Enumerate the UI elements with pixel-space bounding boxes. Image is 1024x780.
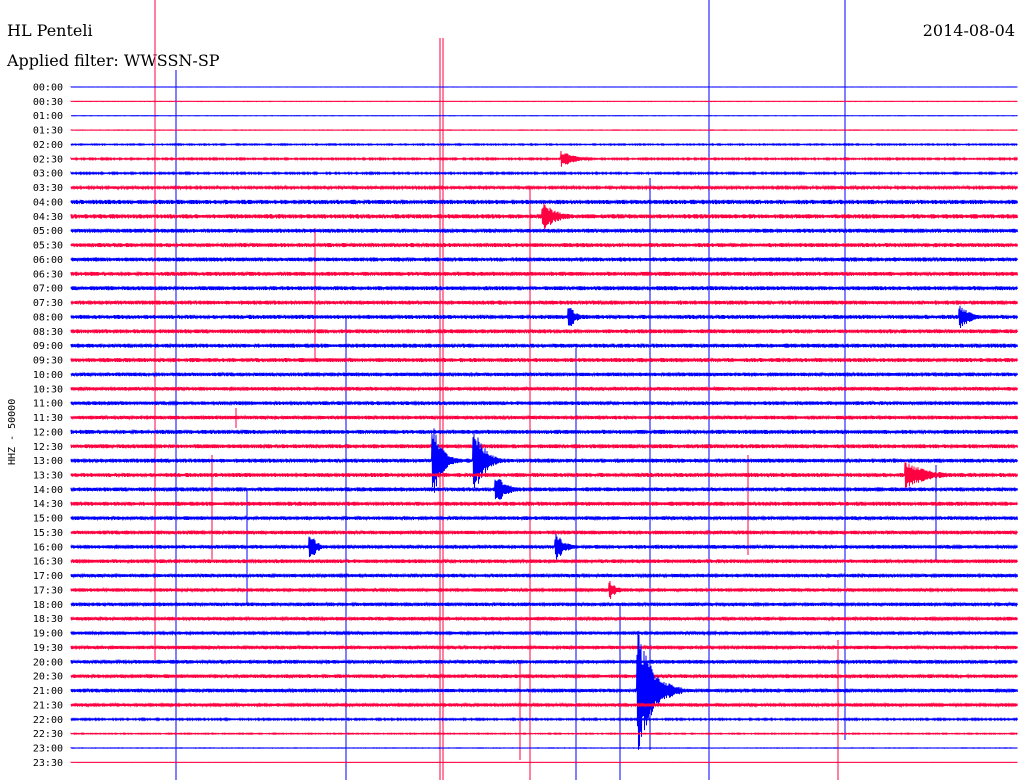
trace-row-1030 [70,385,1018,392]
row-time-label: 10:00 [33,370,63,381]
trace-row-2230 [70,732,1018,736]
row-time-label: 07:00 [33,284,63,295]
trace-row-0900 [70,342,1018,349]
trace-row-0400 [70,198,1018,205]
row-label-layer: 00:00 00:30 01:00 01:30 02:00 02:30 03:00 03:30… [33,83,63,769]
trace-row-1930 [70,644,1018,651]
trace-row-0830 [70,328,1018,335]
trace-row-1400 [70,479,1018,500]
row-time-label: 23:00 [33,744,63,755]
row-time-label: 01:30 [33,126,63,137]
row-time-label: 06:00 [33,255,63,266]
trace-row-2300 [70,747,1018,750]
row-time-label: 14:00 [33,485,63,496]
row-time-label: 04:30 [33,212,63,223]
trace-row-0230 [70,150,1018,167]
row-time-label: 00:00 [33,83,63,94]
trace-row-1100 [70,400,1018,407]
trace-row-0300 [70,170,1018,176]
row-time-label: 19:30 [33,643,63,654]
row-time-label: 18:30 [33,614,63,625]
helicorder-plot: 00:00 00:30 01:00 01:30 02:00 02:30 03:00 03:30… [7,0,1018,780]
trace-row-1000 [70,371,1018,378]
trace-row-0730 [70,299,1018,306]
trace-row-0330 [70,184,1018,191]
row-time-label: 03:00 [33,169,63,180]
row-time-label: 04:00 [33,198,63,209]
row-time-label: 03:30 [33,183,63,194]
trace-row-1700 [70,572,1018,579]
row-time-label: 18:00 [33,600,63,611]
row-time-label: 02:30 [33,154,63,165]
row-time-label: 02:00 [33,140,63,151]
row-time-label: 08:30 [33,327,63,338]
trace-layer [70,86,1018,764]
row-time-label: 23:30 [33,758,63,769]
trace-row-1630 [70,558,1018,565]
trace-row-0930 [70,357,1018,364]
row-time-label: 19:00 [33,629,63,640]
trace-row-1200 [70,428,1018,435]
row-time-label: 21:30 [33,700,63,711]
trace-row-1430 [70,500,1018,507]
trace-row-1830 [70,615,1018,622]
row-time-label: 13:30 [33,471,63,482]
row-time-label: 05:00 [33,226,63,237]
row-time-label: 17:00 [33,571,63,582]
trace-row-0630 [70,270,1018,277]
trace-row-1600 [70,534,1018,560]
channel-label: HHZ - 50000 [7,399,18,465]
trace-row-0800 [70,305,1018,329]
row-time-label: 11:00 [33,399,63,410]
row-time-label: 20:30 [33,672,63,683]
trace-row-0530 [70,242,1018,249]
trace-row-2030 [70,673,1018,680]
trace-row-2000 [70,658,1018,665]
trace-row-1230 [70,443,1018,450]
trace-row-0430 [70,203,1018,229]
trace-row-1130 [70,414,1018,421]
trace-row-0600 [70,256,1018,263]
row-time-label: 09:30 [33,356,63,367]
row-time-label: 22:30 [33,729,63,740]
row-time-label: 20:00 [33,657,63,668]
row-time-label: 11:30 [33,413,63,424]
row-time-label: 16:30 [33,557,63,568]
row-time-label: 12:30 [33,442,63,453]
trace-row-1900 [70,630,1018,637]
row-time-label: 13:00 [33,456,63,467]
row-time-label: 06:30 [33,269,63,280]
trace-row-0700 [70,285,1018,292]
trace-row-1730 [70,580,1018,600]
row-time-label: 12:00 [33,427,63,438]
trace-row-1800 [70,601,1018,608]
row-time-label: 16:00 [33,542,63,553]
trace-row-0200 [70,142,1018,147]
trace-row-1500 [70,515,1018,522]
row-time-label: 09:00 [33,341,63,352]
trace-row-1330 [70,462,1018,488]
row-time-label: 14:30 [33,499,63,510]
row-time-label: 21:00 [33,686,63,697]
row-time-label: 07:30 [33,298,63,309]
trace-row-0500 [70,227,1018,234]
row-time-label: 17:30 [33,586,63,597]
trace-row-2200 [70,716,1018,722]
row-time-label: 00:30 [33,97,63,108]
row-time-label: 08:00 [33,312,63,323]
trace-row-1530 [70,529,1018,536]
row-time-label: 10:30 [33,384,63,395]
row-time-label: 22:00 [33,715,63,726]
trace-row-2130 [70,701,1018,708]
row-time-label: 01:00 [33,111,63,122]
trace-row-1300 [70,428,1018,493]
row-time-label: 15:00 [33,514,63,525]
row-time-label: 15:30 [33,528,63,539]
row-time-label: 05:30 [33,241,63,252]
